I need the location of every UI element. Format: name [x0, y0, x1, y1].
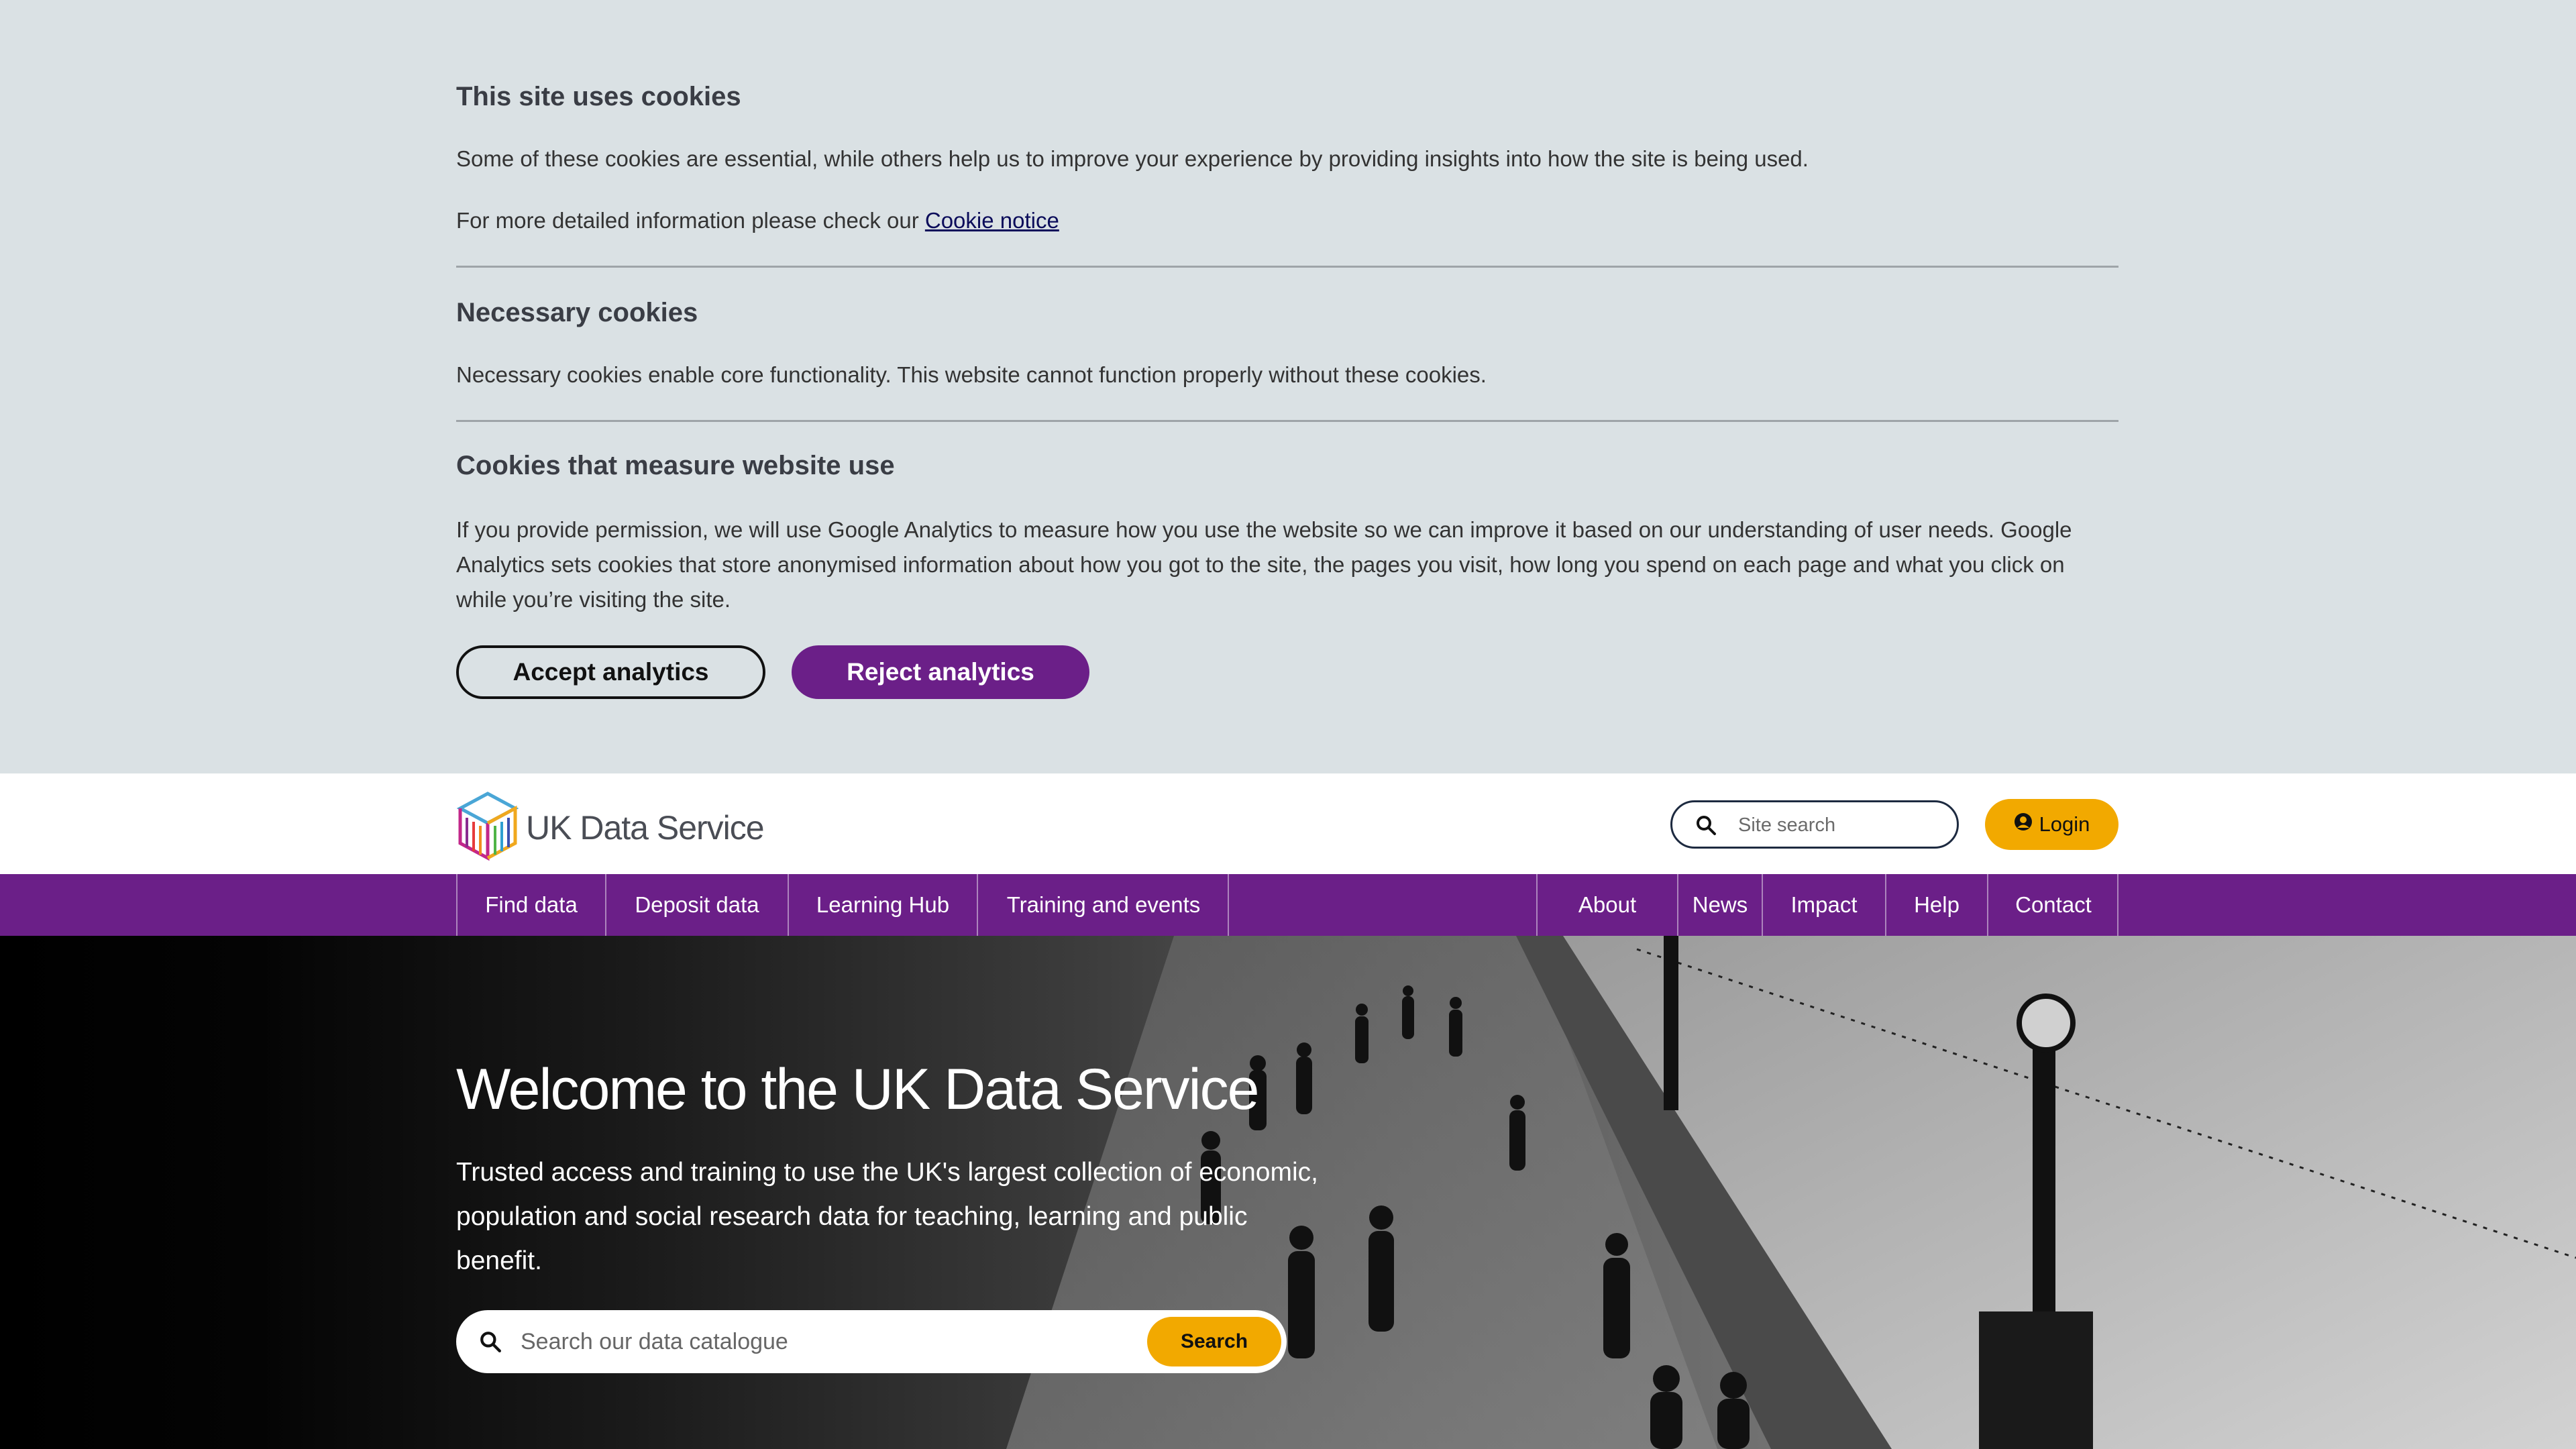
nav-divider — [2117, 874, 2118, 936]
site-logo[interactable]: UK Data Service — [456, 791, 765, 864]
cookie-notice-link[interactable]: Cookie notice — [925, 208, 1059, 233]
hero-description: Trusted access and training to use the U… — [456, 1158, 1318, 1275]
catalogue-search-box[interactable]: Search — [456, 1310, 1287, 1373]
cookie-intro: Some of these cookies are essential, whi… — [456, 146, 1809, 171]
logo-text: UK Data Service — [526, 808, 765, 847]
search-icon — [1695, 814, 1717, 839]
necessary-cookies-text: Necessary cookies enable core functional… — [456, 362, 1487, 387]
divider — [456, 420, 2118, 422]
main-nav: Find data Deposit data Learning Hub Trai… — [0, 874, 2576, 936]
cookie-title: This site uses cookies — [456, 82, 741, 111]
nav-find-data[interactable]: Find data — [456, 874, 605, 936]
nav-news[interactable]: News — [1677, 874, 1762, 936]
reject-analytics-button[interactable]: Reject analytics — [792, 645, 1089, 699]
accept-analytics-button[interactable]: Accept analytics — [456, 645, 765, 699]
necessary-cookies-title: Necessary cookies — [456, 298, 698, 327]
nav-deposit-data[interactable]: Deposit data — [605, 874, 788, 936]
nav-help[interactable]: Help — [1885, 874, 1987, 936]
analytics-cookies-title: Cookies that measure website use — [456, 451, 895, 480]
user-circle-icon — [2014, 812, 2039, 837]
nav-divider — [1228, 874, 1229, 936]
site-search-input[interactable] — [1737, 812, 1941, 839]
divider — [456, 266, 2118, 268]
nav-contact[interactable]: Contact — [1987, 874, 2118, 936]
hero-title: Welcome to the UK Data Service — [456, 1057, 1259, 1122]
nav-impact[interactable]: Impact — [1762, 874, 1885, 936]
catalogue-search-button[interactable]: Search — [1147, 1317, 1281, 1366]
cookie-more-info: For more detailed information please che… — [456, 208, 1059, 233]
catalogue-search-input[interactable] — [519, 1325, 1099, 1358]
nav-learning-hub[interactable]: Learning Hub — [788, 874, 977, 936]
login-button[interactable]: Login — [1985, 799, 2118, 850]
nav-about[interactable]: About — [1536, 874, 1677, 936]
analytics-cookies-text: If you provide permission, we will use G… — [456, 517, 2072, 612]
site-search-box[interactable] — [1670, 800, 1959, 849]
cookie-banner: This site uses cookies Some of these coo… — [0, 0, 2576, 773]
nav-training-and-events[interactable]: Training and events — [977, 874, 1229, 936]
site-header: UK Data Service Login — [0, 773, 2576, 874]
hero-section: Welcome to the UK Data Service Trusted a… — [0, 936, 2576, 1449]
cookie-more-info-text: For more detailed information please che… — [456, 208, 925, 233]
logo-cube-icon — [456, 791, 519, 864]
login-label: Login — [2039, 812, 2090, 836]
search-icon — [479, 1330, 502, 1356]
